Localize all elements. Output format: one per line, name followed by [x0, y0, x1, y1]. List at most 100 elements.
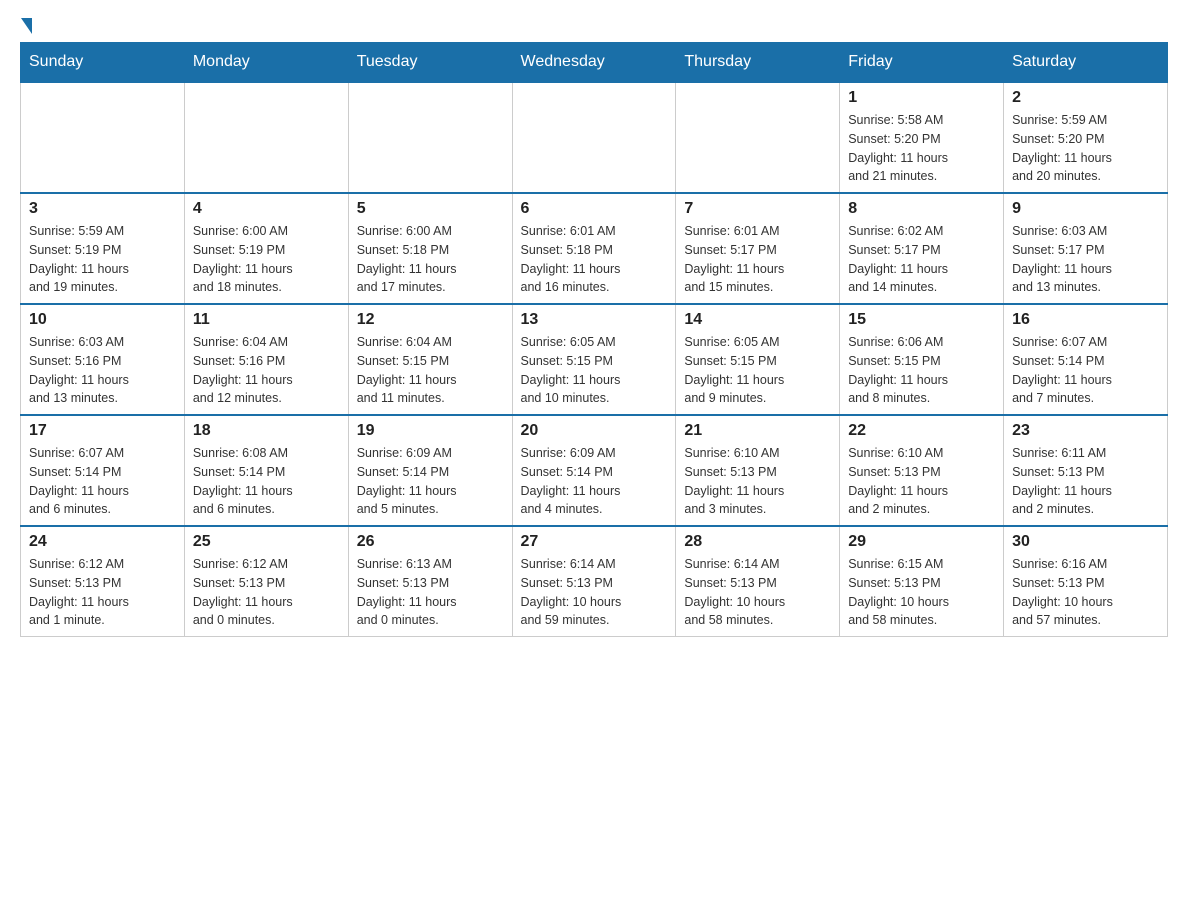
day-info: Sunrise: 6:10 AMSunset: 5:13 PMDaylight:…: [848, 444, 995, 519]
calendar-cell: 6Sunrise: 6:01 AMSunset: 5:18 PMDaylight…: [512, 193, 676, 304]
calendar-cell: 9 Sunrise: 6:03 AMSunset: 5:17 PMDaylight…: [1004, 193, 1168, 304]
calendar-cell: 16 Sunrise: 6:07 AMSunset: 5:14 PMDayligh…: [1004, 304, 1168, 415]
calendar-cell: 28 Sunrise: 6:14 AMSunset: 5:13 PMDayligh…: [676, 526, 840, 637]
day-info: Sunrise: 6:03 AMSunset: 5:17 PMDaylight:…: [1012, 222, 1159, 297]
day-number: 23: [1012, 422, 1159, 440]
day-number: 19: [357, 422, 504, 440]
calendar-cell: 4 Sunrise: 6:00 AMSunset: 5:19 PMDaylight…: [184, 193, 348, 304]
day-number: 2: [1012, 89, 1159, 107]
day-info: Sunrise: 6:11 AMSunset: 5:13 PMDaylight:…: [1012, 444, 1159, 519]
day-info: Sunrise: 6:00 AMSunset: 5:19 PMDaylight:…: [193, 222, 340, 297]
day-number: 5: [357, 200, 504, 218]
calendar-cell: [348, 82, 512, 193]
day-number: 3: [29, 200, 176, 218]
day-info: Sunrise: 6:15 AMSunset: 5:13 PMDaylight:…: [848, 555, 995, 630]
day-info: Sunrise: 6:09 AMSunset: 5:14 PMDaylight:…: [521, 444, 668, 519]
day-info: Sunrise: 6:14 AMSunset: 5:13 PMDaylight:…: [684, 555, 831, 630]
day-number: 8: [848, 200, 995, 218]
calendar-cell: [21, 82, 185, 193]
calendar-cell: 25 Sunrise: 6:12 AMSunset: 5:13 PMDayligh…: [184, 526, 348, 637]
day-info: Sunrise: 6:10 AMSunset: 5:13 PMDaylight:…: [684, 444, 831, 519]
logo-arrow-icon: [21, 18, 32, 34]
day-info: Sunrise: 6:12 AMSunset: 5:13 PMDaylight:…: [193, 555, 340, 630]
col-thursday: Thursday: [676, 43, 840, 83]
day-number: 12: [357, 311, 504, 329]
calendar-cell: 30 Sunrise: 6:16 AMSunset: 5:13 PMDayligh…: [1004, 526, 1168, 637]
day-info: Sunrise: 6:01 AMSunset: 5:17 PMDaylight:…: [684, 222, 831, 297]
logo: [20, 20, 32, 32]
day-info: Sunrise: 6:05 AMSunset: 5:15 PMDaylight:…: [521, 333, 668, 408]
calendar-cell: 10 Sunrise: 6:03 AMSunset: 5:16 PMDayligh…: [21, 304, 185, 415]
day-number: 9: [1012, 200, 1159, 218]
day-info: Sunrise: 6:14 AMSunset: 5:13 PMDaylight:…: [521, 555, 668, 630]
day-number: 15: [848, 311, 995, 329]
calendar-cell: 15Sunrise: 6:06 AMSunset: 5:15 PMDayligh…: [840, 304, 1004, 415]
day-info: Sunrise: 6:02 AMSunset: 5:17 PMDaylight:…: [848, 222, 995, 297]
day-info: Sunrise: 6:07 AMSunset: 5:14 PMDaylight:…: [1012, 333, 1159, 408]
calendar-cell: 27 Sunrise: 6:14 AMSunset: 5:13 PMDayligh…: [512, 526, 676, 637]
day-number: 11: [193, 311, 340, 329]
calendar-header-row: Sunday Monday Tuesday Wednesday Thursday…: [21, 43, 1168, 83]
day-number: 16: [1012, 311, 1159, 329]
day-info: Sunrise: 5:59 AMSunset: 5:19 PMDaylight:…: [29, 222, 176, 297]
day-number: 1: [848, 89, 995, 107]
page-header: [20, 20, 1168, 32]
day-info: Sunrise: 6:03 AMSunset: 5:16 PMDaylight:…: [29, 333, 176, 408]
col-saturday: Saturday: [1004, 43, 1168, 83]
col-friday: Friday: [840, 43, 1004, 83]
day-number: 28: [684, 533, 831, 551]
calendar-cell: 17 Sunrise: 6:07 AMSunset: 5:14 PMDayligh…: [21, 415, 185, 526]
day-number: 25: [193, 533, 340, 551]
calendar-table: Sunday Monday Tuesday Wednesday Thursday…: [20, 42, 1168, 637]
day-info: Sunrise: 6:12 AMSunset: 5:13 PMDaylight:…: [29, 555, 176, 630]
day-number: 26: [357, 533, 504, 551]
day-info: Sunrise: 6:13 AMSunset: 5:13 PMDaylight:…: [357, 555, 504, 630]
calendar-cell: 21 Sunrise: 6:10 AMSunset: 5:13 PMDayligh…: [676, 415, 840, 526]
calendar-cell: 11 Sunrise: 6:04 AMSunset: 5:16 PMDayligh…: [184, 304, 348, 415]
col-wednesday: Wednesday: [512, 43, 676, 83]
calendar-cell: [676, 82, 840, 193]
calendar-cell: 22 Sunrise: 6:10 AMSunset: 5:13 PMDayligh…: [840, 415, 1004, 526]
day-number: 10: [29, 311, 176, 329]
calendar-week-1: 1 Sunrise: 5:58 AMSunset: 5:20 PMDaylight…: [21, 82, 1168, 193]
calendar-cell: 18 Sunrise: 6:08 AMSunset: 5:14 PMDayligh…: [184, 415, 348, 526]
day-number: 30: [1012, 533, 1159, 551]
col-tuesday: Tuesday: [348, 43, 512, 83]
calendar-cell: 20Sunrise: 6:09 AMSunset: 5:14 PMDayligh…: [512, 415, 676, 526]
day-info: Sunrise: 6:16 AMSunset: 5:13 PMDaylight:…: [1012, 555, 1159, 630]
day-info: Sunrise: 6:04 AMSunset: 5:15 PMDaylight:…: [357, 333, 504, 408]
calendar-cell: 5 Sunrise: 6:00 AMSunset: 5:18 PMDaylight…: [348, 193, 512, 304]
calendar-week-2: 3 Sunrise: 5:59 AMSunset: 5:19 PMDaylight…: [21, 193, 1168, 304]
day-number: 7: [684, 200, 831, 218]
day-info: Sunrise: 6:09 AMSunset: 5:14 PMDaylight:…: [357, 444, 504, 519]
calendar-cell: 26 Sunrise: 6:13 AMSunset: 5:13 PMDayligh…: [348, 526, 512, 637]
calendar-cell: 14Sunrise: 6:05 AMSunset: 5:15 PMDayligh…: [676, 304, 840, 415]
day-number: 4: [193, 200, 340, 218]
calendar-cell: 3 Sunrise: 5:59 AMSunset: 5:19 PMDaylight…: [21, 193, 185, 304]
calendar-cell: [512, 82, 676, 193]
calendar-cell: 13 Sunrise: 6:05 AMSunset: 5:15 PMDayligh…: [512, 304, 676, 415]
day-number: 6: [521, 200, 668, 218]
calendar-week-5: 24 Sunrise: 6:12 AMSunset: 5:13 PMDayligh…: [21, 526, 1168, 637]
day-number: 21: [684, 422, 831, 440]
calendar-cell: 19 Sunrise: 6:09 AMSunset: 5:14 PMDayligh…: [348, 415, 512, 526]
calendar-cell: [184, 82, 348, 193]
day-info: Sunrise: 6:07 AMSunset: 5:14 PMDaylight:…: [29, 444, 176, 519]
col-sunday: Sunday: [21, 43, 185, 83]
day-info: Sunrise: 6:04 AMSunset: 5:16 PMDaylight:…: [193, 333, 340, 408]
col-monday: Monday: [184, 43, 348, 83]
day-number: 18: [193, 422, 340, 440]
day-number: 24: [29, 533, 176, 551]
day-info: Sunrise: 6:05 AMSunset: 5:15 PMDaylight:…: [684, 333, 831, 408]
calendar-cell: 7 Sunrise: 6:01 AMSunset: 5:17 PMDaylight…: [676, 193, 840, 304]
day-number: 22: [848, 422, 995, 440]
day-number: 17: [29, 422, 176, 440]
calendar-week-4: 17 Sunrise: 6:07 AMSunset: 5:14 PMDayligh…: [21, 415, 1168, 526]
day-info: Sunrise: 6:00 AMSunset: 5:18 PMDaylight:…: [357, 222, 504, 297]
calendar-cell: 2Sunrise: 5:59 AMSunset: 5:20 PMDaylight…: [1004, 82, 1168, 193]
day-info: Sunrise: 6:08 AMSunset: 5:14 PMDaylight:…: [193, 444, 340, 519]
day-number: 27: [521, 533, 668, 551]
day-info: Sunrise: 5:58 AMSunset: 5:20 PMDaylight:…: [848, 111, 995, 186]
day-number: 13: [521, 311, 668, 329]
calendar-week-3: 10 Sunrise: 6:03 AMSunset: 5:16 PMDayligh…: [21, 304, 1168, 415]
